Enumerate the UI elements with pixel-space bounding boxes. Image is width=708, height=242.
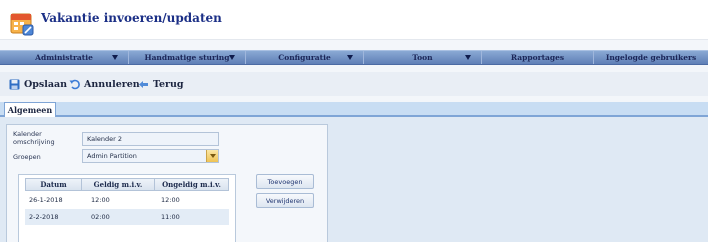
calendar-description-label: Kalender omschrijving xyxy=(13,130,55,146)
dropdown-arrow-icon xyxy=(465,55,471,60)
table-cell: 2-2-2018 xyxy=(29,213,59,221)
menu-toon[interactable]: Toon xyxy=(364,51,482,64)
menu-handmatige-sturing[interactable]: Handmatige sturing xyxy=(129,51,246,64)
remove-button[interactable]: Verwijderen xyxy=(256,193,314,208)
dropdown-arrow-icon xyxy=(112,55,118,60)
back-button-label: Terug xyxy=(153,78,184,90)
table-cell: 12:00 xyxy=(91,196,110,204)
menu-administratie[interactable]: Administratie xyxy=(0,51,129,64)
menu-configuratie[interactable]: Configuratie xyxy=(246,51,364,64)
back-button[interactable]: Terug xyxy=(138,76,184,92)
save-button[interactable]: Opslaan xyxy=(9,76,67,92)
main-menu-bar: Administratie Handmatige sturing Configu… xyxy=(0,50,708,65)
content-area: Kalender omschrijving Kalender 2 Groepen… xyxy=(0,117,708,242)
save-icon xyxy=(9,79,20,89)
calendar-description-input[interactable]: Kalender 2 xyxy=(82,132,219,146)
groups-select-value: Admin Partition xyxy=(87,152,137,160)
save-button-label: Opslaan xyxy=(24,78,68,90)
column-header-ongeldig[interactable]: Ongeldig m.i.v. xyxy=(155,179,228,190)
groups-select[interactable]: Admin Partition xyxy=(82,149,219,163)
holiday-table: Datum Geldig m.i.v. Ongeldig m.i.v. 26-1… xyxy=(18,174,236,242)
menu-item-label: Toon xyxy=(412,53,433,62)
menu-item-label: Ingelogde gebruikers xyxy=(605,53,697,62)
table-cell: 11:00 xyxy=(161,213,180,221)
menu-item-label: Rapportages xyxy=(510,53,565,62)
table-cell: 26-1-2018 xyxy=(29,196,63,204)
table-cell: 12:00 xyxy=(161,196,180,204)
back-arrow-icon xyxy=(139,80,148,88)
title-bar: Vakantie invoeren/updaten xyxy=(0,0,708,40)
groups-label: Groepen xyxy=(13,153,41,161)
menu-rapportages[interactable]: Rapportages xyxy=(482,51,594,64)
column-header-datum[interactable]: Datum xyxy=(26,179,82,190)
add-button[interactable]: Toevoegen xyxy=(256,174,314,189)
menu-item-label: Administratie xyxy=(35,53,93,62)
dropdown-arrow-icon xyxy=(229,55,235,60)
column-header-geldig[interactable]: Geldig m.i.v. xyxy=(82,179,155,190)
cancel-button-label: Annuleren xyxy=(84,78,140,90)
table-header: Datum Geldig m.i.v. Ongeldig m.i.v. xyxy=(25,178,229,191)
table-cell: 02:00 xyxy=(91,213,110,221)
menu-item-label: Handmatige sturing xyxy=(144,53,230,62)
chevron-down-icon[interactable] xyxy=(206,150,218,162)
calendar-edit-icon xyxy=(10,13,34,36)
dropdown-arrow-icon xyxy=(347,55,353,60)
toolbar: Opslaan Annuleren Terug xyxy=(0,72,708,96)
tab-strip: Algemeen xyxy=(0,102,708,117)
undo-icon xyxy=(69,79,80,89)
table-row[interactable]: 26-1-2018 12:00 12:00 xyxy=(25,192,229,208)
tab-algemeen[interactable]: Algemeen xyxy=(4,102,56,117)
page-title: Vakantie invoeren/updaten xyxy=(41,11,222,25)
menu-ingelogde-gebruikers[interactable]: Ingelogde gebruikers xyxy=(594,51,708,64)
form-panel: Kalender omschrijving Kalender 2 Groepen… xyxy=(6,124,328,242)
cancel-button[interactable]: Annuleren xyxy=(69,76,140,92)
table-row[interactable]: 2-2-2018 02:00 11:00 xyxy=(25,209,229,225)
menu-item-label: Configuratie xyxy=(278,53,331,62)
